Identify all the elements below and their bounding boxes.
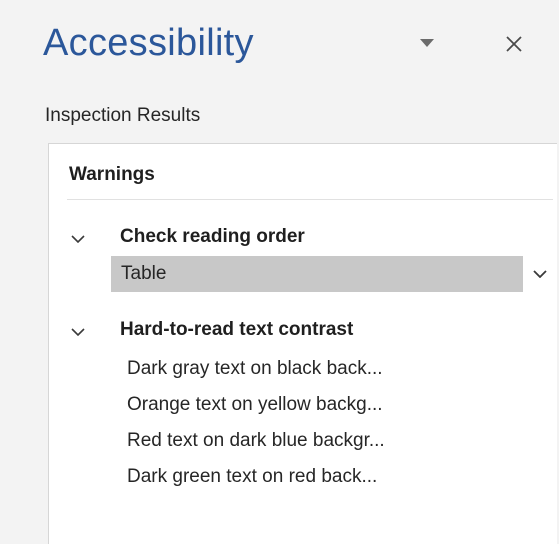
close-icon bbox=[506, 36, 522, 52]
category-title: Check reading order bbox=[120, 226, 305, 247]
chevron-down-icon bbox=[71, 235, 85, 243]
result-item-table[interactable]: Table bbox=[111, 256, 557, 292]
accessibility-pane: Accessibility Inspection Results Warning… bbox=[0, 0, 559, 544]
warnings-group-header: Warnings bbox=[69, 164, 155, 185]
result-item-label: Dark green text on red back... bbox=[127, 466, 378, 487]
close-pane-button[interactable] bbox=[500, 30, 528, 58]
item-actions-dropdown-button[interactable] bbox=[523, 256, 557, 292]
task-pane-options-button[interactable] bbox=[414, 30, 440, 56]
result-item-contrast-1[interactable]: Dark gray text on black back... bbox=[111, 351, 557, 387]
result-item-contrast-2[interactable]: Orange text on yellow backg... bbox=[111, 387, 557, 423]
result-item-contrast-3[interactable]: Red text on dark blue backgr... bbox=[111, 423, 557, 459]
category-collapse-toggle[interactable] bbox=[67, 228, 89, 250]
inspection-results-list: Warnings Check reading order Table Hard-… bbox=[48, 143, 557, 544]
pane-header: Accessibility bbox=[0, 0, 559, 92]
group-divider bbox=[67, 199, 553, 200]
inspection-results-label: Inspection Results bbox=[45, 105, 201, 126]
result-item-contrast-4[interactable]: Dark green text on red back... bbox=[111, 459, 557, 495]
category-title: Hard-to-read text contrast bbox=[120, 319, 354, 340]
result-item-label: Dark gray text on black back... bbox=[127, 358, 383, 379]
caret-down-icon bbox=[420, 39, 434, 47]
category-check-reading-order: Check reading order Table bbox=[49, 226, 557, 316]
chevron-down-icon bbox=[533, 270, 547, 278]
category-hard-to-read-text-contrast: Hard-to-read text contrast Dark gray tex… bbox=[49, 319, 557, 519]
result-item-label: Orange text on yellow backg... bbox=[127, 394, 383, 415]
result-item-label: Red text on dark blue backgr... bbox=[127, 430, 385, 451]
chevron-down-icon bbox=[71, 328, 85, 336]
result-item-label: Table bbox=[121, 263, 167, 284]
category-collapse-toggle[interactable] bbox=[67, 321, 89, 343]
pane-title: Accessibility bbox=[43, 22, 254, 64]
